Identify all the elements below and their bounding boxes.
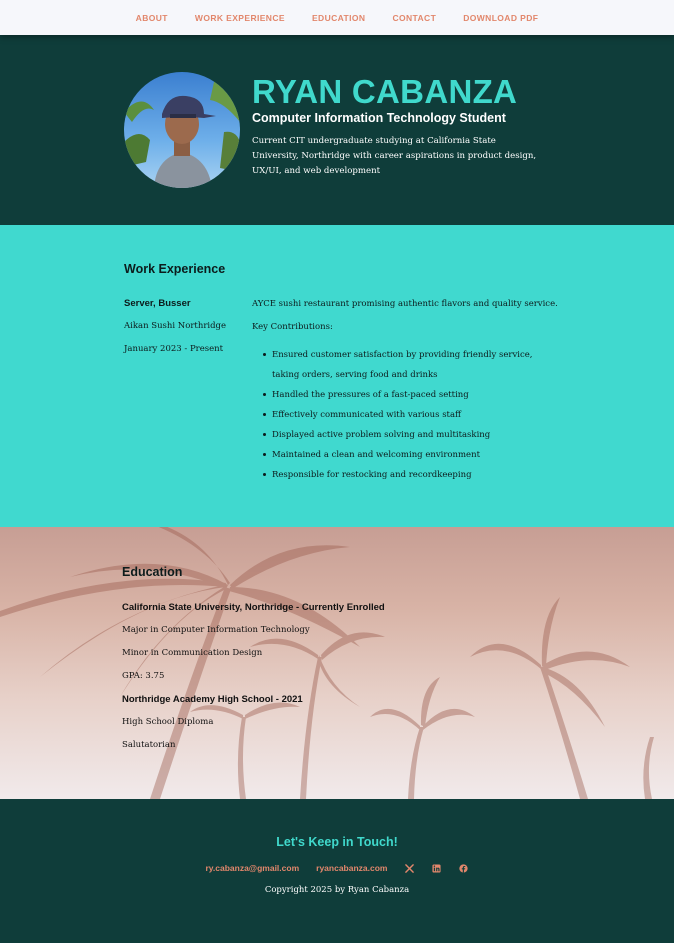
facebook-icon[interactable] xyxy=(458,863,468,873)
list-item: Effectively communicated with various st… xyxy=(262,405,542,425)
email-link[interactable]: ry.cabanza@gmail.com xyxy=(206,863,300,873)
list-item: Handled the pressures of a fast-paced se… xyxy=(262,385,542,405)
nav-work-experience[interactable]: WORK EXPERIENCE xyxy=(195,13,285,23)
website-link[interactable]: ryancabanza.com xyxy=(316,863,387,873)
school-detail: Minor in Communication Design xyxy=(122,648,263,658)
profile-photo xyxy=(124,72,240,188)
school-detail: GPA: 3.75 xyxy=(122,671,165,681)
x-icon[interactable] xyxy=(404,863,414,873)
school-detail: High School Diploma xyxy=(122,717,214,727)
school-name: California State University, Northridge … xyxy=(122,602,385,613)
school-detail: Major in Computer Information Technology xyxy=(122,625,310,635)
education-section: Education California State University, N… xyxy=(0,527,674,799)
school-detail: Salutatorian xyxy=(122,740,176,750)
job-title: Server, Busser xyxy=(124,298,191,309)
job-dates: January 2023 - Present xyxy=(124,344,224,354)
hero-section: RYAN CABANZA Computer Information Techno… xyxy=(0,35,674,225)
school-name: Northridge Academy High School - 2021 xyxy=(122,694,303,705)
list-item: Responsible for restocking and recordkee… xyxy=(262,465,542,485)
nav-education[interactable]: EDUCATION xyxy=(312,13,366,23)
linkedin-icon[interactable] xyxy=(431,863,441,873)
list-item: Ensured customer satisfaction by providi… xyxy=(262,345,542,385)
nav-about[interactable]: ABOUT xyxy=(136,13,168,23)
palm-trees-background xyxy=(0,527,654,799)
list-item: Displayed active problem solving and mul… xyxy=(262,425,542,445)
work-experience-section: Work Experience Server, Busser Aikan Sus… xyxy=(0,225,674,527)
key-contributions-label: Key Contributions: xyxy=(252,322,333,332)
job-description: AYCE sushi restaurant promising authenti… xyxy=(252,299,558,309)
footer-section: Let's Keep in Touch! ry.cabanza@gmail.co… xyxy=(0,799,674,943)
contact-row: ry.cabanza@gmail.com ryancabanza.com xyxy=(0,863,674,873)
hero-name: RYAN CABANZA xyxy=(252,73,518,110)
footer-title: Let's Keep in Touch! xyxy=(276,835,398,849)
hero-bio: Current CIT undergraduate studying at Ca… xyxy=(252,136,537,176)
job-company: Aikan Sushi Northridge xyxy=(124,321,227,331)
top-nav: ABOUT WORK EXPERIENCE EDUCATION CONTACT … xyxy=(0,0,674,35)
education-section-title: Education xyxy=(122,565,183,579)
nav-download-pdf[interactable]: DOWNLOAD PDF xyxy=(463,13,538,23)
hero-subtitle: Computer Information Technology Student xyxy=(252,111,506,125)
work-section-title: Work Experience xyxy=(124,262,226,276)
copyright-text: Copyright 2025 by Ryan Cabanza xyxy=(264,885,410,895)
contributions-list: Ensured customer satisfaction by providi… xyxy=(262,345,542,485)
list-item: Maintained a clean and welcoming environ… xyxy=(262,445,542,465)
nav-contact[interactable]: CONTACT xyxy=(392,13,436,23)
